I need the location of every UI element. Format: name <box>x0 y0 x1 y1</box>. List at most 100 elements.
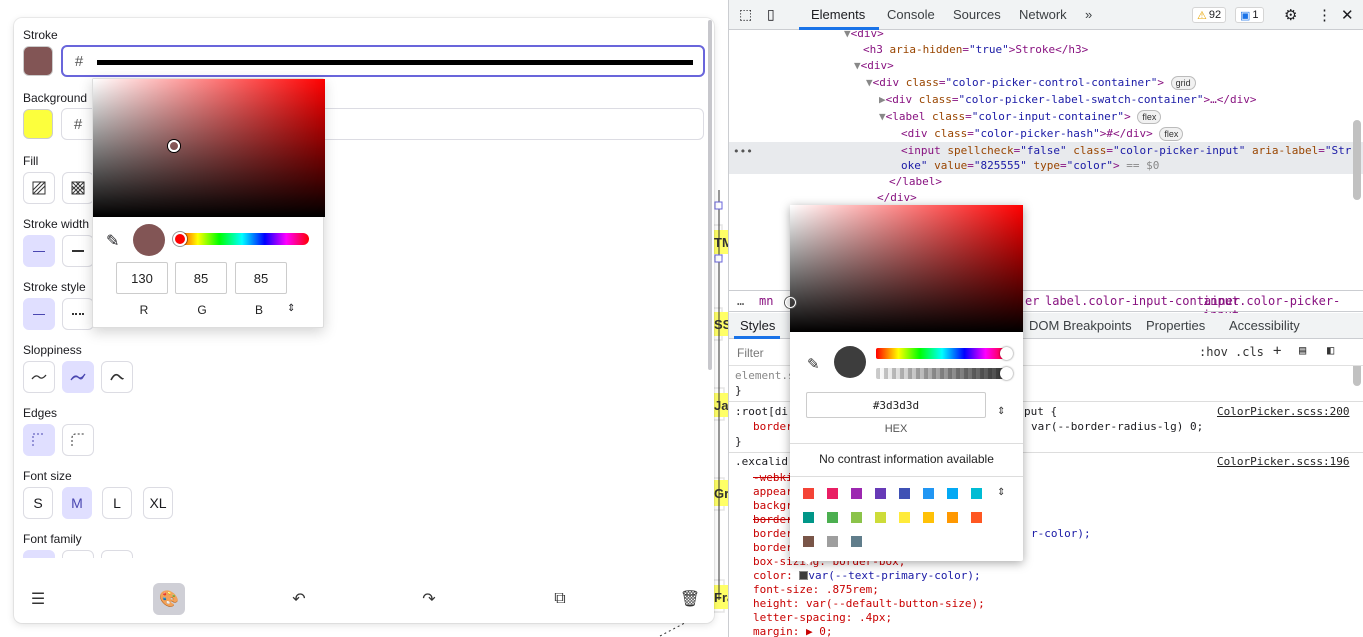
palette-swatch[interactable] <box>923 512 934 523</box>
crumb-0[interactable]: mn <box>759 294 773 308</box>
dom-h3[interactable]: <h3 aria-hidden="true">Stroke</h3> <box>863 42 1088 58</box>
palette-swatch[interactable] <box>899 488 910 499</box>
devtools-alpha-thumb[interactable] <box>1000 367 1013 380</box>
tab-console[interactable]: Console <box>887 7 935 22</box>
webkit-prop[interactable]: -webki <box>753 471 793 485</box>
font-size-xl-button[interactable]: XL <box>143 487 173 519</box>
stroke-width-bold-button[interactable] <box>62 235 94 267</box>
border-prop-3[interactable]: border <box>753 541 793 555</box>
palette-swatch[interactable] <box>803 512 814 523</box>
background-swatch[interactable] <box>23 109 53 139</box>
stroke-width-thin-button[interactable] <box>23 235 55 267</box>
styles-scrollbar[interactable] <box>1353 366 1361 386</box>
subtab-properties[interactable]: Properties <box>1146 318 1205 333</box>
devtools-hue-slider[interactable] <box>876 348 1008 359</box>
stroke-hex-input[interactable]: # <box>61 45 705 77</box>
devtools-alpha-slider[interactable] <box>876 368 1008 379</box>
devtools-hue-thumb[interactable] <box>1000 347 1013 360</box>
palette-swatch[interactable] <box>803 488 814 499</box>
node-ellipsis-icon[interactable]: ••• <box>733 145 753 158</box>
dom-input-line1[interactable]: <input spellcheck="false" class="color-p… <box>901 143 1351 159</box>
palette-swatch[interactable] <box>971 488 982 499</box>
dom-label-swatch-container[interactable]: ▶<div class="color-picker-label-swatch-c… <box>879 92 1257 108</box>
saturation-thumb[interactable] <box>168 140 180 152</box>
crumb-1[interactable]: er <box>1025 294 1039 308</box>
tab-elements[interactable]: Elements <box>811 7 865 22</box>
devtools-hex-input[interactable]: #3d3d3d <box>806 392 986 418</box>
fill-crosshatch-button[interactable] <box>62 172 94 204</box>
subtab-accessibility[interactable]: Accessibility <box>1229 318 1300 333</box>
cls-button[interactable]: .cls <box>1235 345 1264 359</box>
dom-label-close[interactable]: </label> <box>889 174 942 190</box>
filter-input[interactable]: Filter <box>737 346 764 360</box>
sidebar-toggle-icon[interactable]: ◧ <box>1327 343 1334 357</box>
stroke-style-dashed-button[interactable] <box>62 298 94 330</box>
palette-swatch[interactable] <box>875 512 886 523</box>
duplicate-button[interactable]: ⧉ <box>544 583 576 615</box>
palette-swatch[interactable] <box>875 488 886 499</box>
sloppiness-artist-button[interactable] <box>62 361 94 393</box>
dom-control-container[interactable]: ▼<div class="color-picker-control-contai… <box>866 75 1196 91</box>
border-prop-2[interactable]: border <box>753 527 793 541</box>
stroke-style-solid-button[interactable] <box>23 298 55 330</box>
subtab-dom-breakpoints[interactable]: DOM Breakpoints <box>1029 318 1132 333</box>
palette-swatch[interactable] <box>899 512 910 523</box>
format-toggle-icon[interactable]: ⇕ <box>287 303 295 314</box>
appearance-prop[interactable]: appear <box>753 485 793 499</box>
palette-swatch[interactable] <box>827 512 838 523</box>
palette-swatch[interactable] <box>851 488 862 499</box>
font-size-l-button[interactable]: L <box>102 487 132 519</box>
font-size-m-button[interactable]: M <box>62 487 92 519</box>
dom-scrollbar[interactable] <box>1353 120 1361 200</box>
edges-sharp-button[interactable] <box>23 424 55 456</box>
device-toggle-icon[interactable]: ▯ <box>767 6 775 23</box>
green-input[interactable]: 85 <box>175 262 227 294</box>
element-style-rule[interactable]: element.s <box>735 369 795 383</box>
palette-toggle-icon[interactable]: ⇕ <box>997 487 1005 498</box>
subtab-styles[interactable]: Styles <box>740 318 775 333</box>
root-border-prop[interactable]: border <box>753 420 793 434</box>
devtools-format-toggle-icon[interactable]: ⇕ <box>997 406 1005 417</box>
palette-swatch[interactable] <box>923 488 934 499</box>
crumb-ellipsis-icon[interactable]: … <box>737 294 744 308</box>
edges-round-button[interactable] <box>62 424 94 456</box>
letter-spacing-decl[interactable]: letter-spacing: .4px; <box>753 611 892 625</box>
font-size-s-button[interactable]: S <box>23 487 53 519</box>
more-tabs-icon[interactable]: » <box>1085 7 1092 22</box>
excalidraw-selector[interactable]: .excalid <box>735 455 788 469</box>
properties-button[interactable]: 🎨 <box>153 583 185 615</box>
border-prop-1[interactable]: border <box>753 513 793 527</box>
computed-style-icon[interactable]: ▤ <box>1299 343 1306 357</box>
dom-div-open[interactable]: ▼<div> <box>844 30 884 42</box>
font-family-normal-button[interactable] <box>62 550 94 558</box>
font-size-decl[interactable]: font-size: .875rem; <box>753 583 879 597</box>
dom-div2[interactable]: ▼<div> <box>854 58 894 74</box>
dom-input-line2[interactable]: oke" value="825555" type="color"> == $0 <box>901 158 1159 174</box>
root-border-val[interactable]: var(--border-radius-lg) 0; <box>1031 420 1203 434</box>
root-selector[interactable]: :root[di <box>735 405 788 419</box>
dom-label-input-container[interactable]: ▼<label class="color-input-container"> f… <box>879 109 1162 125</box>
delete-button[interactable]: 🗑 <box>674 583 706 615</box>
hue-slider[interactable] <box>175 233 309 245</box>
devtools-saturation-area[interactable] <box>785 205 1023 332</box>
stroke-swatch[interactable] <box>23 46 53 76</box>
close-icon[interactable]: ✕ <box>1341 6 1354 24</box>
blue-input[interactable]: 85 <box>235 262 287 294</box>
height-decl[interactable]: height: var(--default-button-size); <box>753 597 985 611</box>
palette-swatch[interactable] <box>827 536 838 547</box>
font-family-hand-button[interactable] <box>23 550 55 558</box>
devtools-saturation-thumb[interactable] <box>785 297 796 308</box>
redo-button[interactable]: ↷ <box>413 583 445 615</box>
undo-button[interactable]: ↶ <box>283 583 315 615</box>
hov-button[interactable]: :hov <box>1199 345 1228 359</box>
palette-swatch[interactable] <box>851 512 862 523</box>
tab-network[interactable]: Network <box>1019 7 1067 22</box>
palette-swatch[interactable] <box>827 488 838 499</box>
font-family-code-button[interactable] <box>101 550 133 558</box>
add-rule-icon[interactable]: + <box>1273 343 1281 359</box>
gear-icon[interactable]: ⚙ <box>1284 6 1297 24</box>
color-decl[interactable]: color: var(--text-primary-color); <box>753 569 981 583</box>
kebab-menu-icon[interactable]: ⋮ <box>1317 6 1332 24</box>
palette-swatch[interactable] <box>803 536 814 547</box>
panel-scrollbar[interactable] <box>708 20 712 370</box>
